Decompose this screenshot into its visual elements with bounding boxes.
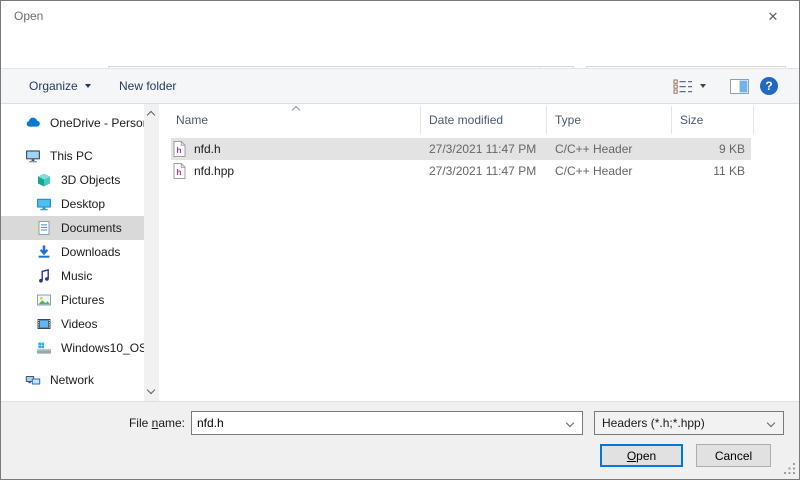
file-name-combo (191, 411, 583, 435)
toolbar: Organize New folder (1, 68, 799, 104)
chevron-down-icon (85, 84, 91, 88)
file-type-dropdown-icon (759, 420, 783, 426)
sidebar-item-label: 3D Objects (61, 173, 120, 187)
new-folder-button[interactable]: New folder (119, 69, 176, 103)
sidebar-item-label: Pictures (61, 293, 104, 307)
sidebar-item-label: Videos (61, 317, 97, 331)
sidebar-item-pictures[interactable]: Pictures (1, 288, 144, 312)
file-name-input[interactable] (192, 412, 558, 434)
sidebar-item-label: Documents (61, 221, 122, 235)
file-name: nfd.h (194, 142, 221, 156)
sidebar-item-music[interactable]: Music (1, 264, 144, 288)
window-title: Open (14, 9, 43, 23)
sidebar-item-videos[interactable]: Videos (1, 312, 144, 336)
file-row[interactable]: h nfd.hpp 27/3/2021 11:47 PM C/C++ Heade… (171, 160, 751, 182)
music-note-icon (36, 268, 52, 284)
close-icon[interactable]: ✕ (755, 5, 791, 28)
sidebar-item-windows10-os[interactable]: Windows10_OS (C: (1, 336, 144, 360)
sidebar-item-3d-objects[interactable]: 3D Objects (1, 168, 144, 192)
hard-drive-icon (36, 340, 52, 356)
cube-icon (36, 172, 52, 188)
sidebar-item-this-pc[interactable]: This PC (1, 144, 144, 168)
svg-text:h: h (176, 167, 181, 177)
sidebar-item-label: Windows10_OS (C: (61, 341, 144, 355)
scroll-down-icon[interactable] (147, 386, 155, 394)
file-date: 27/3/2021 11:47 PM (421, 164, 547, 178)
sidebar-item-downloads[interactable]: Downloads (1, 240, 144, 264)
file-name: nfd.hpp (194, 164, 234, 178)
file-type: C/C++ Header (547, 164, 672, 178)
help-button[interactable]: ? (760, 69, 778, 103)
sidebar-item-label: Downloads (61, 245, 120, 259)
organize-button[interactable]: Organize (29, 69, 91, 103)
document-icon (36, 220, 52, 236)
scroll-up-icon[interactable] (147, 111, 155, 119)
details-view-icon (673, 79, 693, 94)
cancel-button[interactable]: Cancel (696, 444, 771, 467)
sidebar-item-desktop[interactable]: Desktop (1, 192, 144, 216)
network-icon (25, 372, 41, 388)
file-date: 27/3/2021 11:47 PM (421, 142, 547, 156)
preview-pane-icon[interactable] (730, 69, 749, 103)
computer-icon (25, 148, 41, 164)
header-file-icon: h (173, 141, 186, 157)
film-icon (36, 316, 52, 332)
file-type: C/C++ Header (547, 142, 672, 156)
sidebar-item-label: This PC (50, 149, 93, 163)
file-size: 11 KB (672, 164, 747, 178)
help-icon: ? (760, 77, 778, 95)
column-header-date-modified[interactable]: Date modified (421, 106, 547, 134)
desktop-icon (36, 196, 52, 212)
sidebar-item-network[interactable]: Network (1, 368, 144, 392)
file-name-dropdown-icon[interactable] (558, 412, 582, 434)
list-header: Name Date modified Type Size (167, 106, 754, 134)
open-file-dialog: Open ✕ ← → ↑ « GitHub nativefiledialog s… (0, 0, 800, 480)
new-folder-label: New folder (119, 79, 176, 93)
sidebar-item-label: Desktop (61, 197, 105, 211)
change-view-button[interactable] (673, 69, 706, 103)
navigation-bar: ← → ↑ « GitHub nativefiledialog src incl… (1, 31, 799, 68)
sidebar-item-label: Music (61, 269, 92, 283)
open-button[interactable]: Open (600, 444, 683, 467)
sidebar-item-label: Network (50, 373, 94, 387)
picture-icon (36, 292, 52, 308)
title-bar: Open ✕ (1, 1, 799, 31)
column-header-type[interactable]: Type (547, 106, 672, 134)
file-row[interactable]: h nfd.h 27/3/2021 11:47 PM C/C++ Header … (171, 138, 751, 160)
file-type-value: Headers (*.h;*.hpp) (595, 416, 759, 430)
sidebar-item-label: OneDrive - Personal (50, 116, 144, 130)
column-header-size[interactable]: Size (672, 106, 754, 134)
resize-grip[interactable] (783, 462, 796, 478)
sidebar-item-documents[interactable]: Documents (1, 216, 144, 240)
footer: File name: Headers (*.h;*.hpp) Open Canc… (1, 401, 799, 480)
sidebar-scrollbar[interactable] (144, 104, 159, 401)
organize-label: Organize (29, 79, 78, 93)
download-arrow-icon (36, 244, 52, 260)
main-area: OneDrive - Personal This PC (1, 104, 800, 401)
chevron-down-icon (700, 84, 706, 88)
svg-text:h: h (176, 145, 181, 155)
sidebar-item-onedrive[interactable]: OneDrive - Personal (1, 111, 144, 135)
onedrive-cloud-icon (25, 115, 41, 131)
file-name-label: File name: (107, 416, 185, 430)
file-type-select[interactable]: Headers (*.h;*.hpp) (594, 411, 784, 435)
file-size: 9 KB (672, 142, 747, 156)
header-file-icon: h (173, 163, 186, 179)
